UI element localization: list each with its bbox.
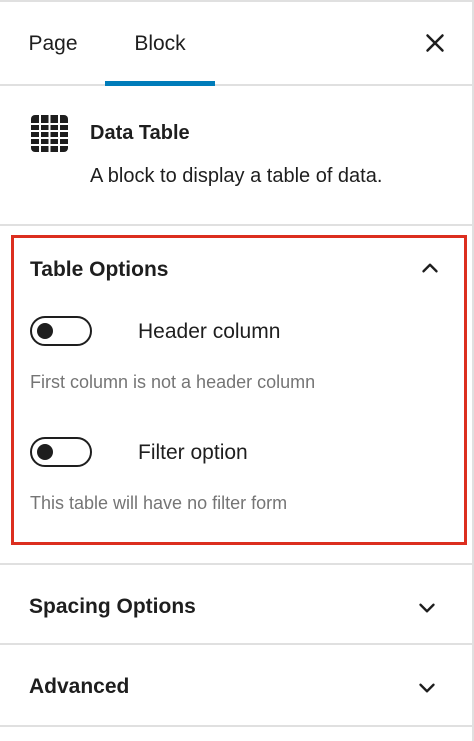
spacing-options-section[interactable]: Spacing Options: [0, 563, 472, 645]
toggle-knob: [37, 444, 53, 460]
block-settings-sidebar: Page Block Data Table A block to display…: [0, 0, 474, 741]
filter-option-label: Filter option: [138, 441, 248, 464]
block-card: Data Table A block to display a table of…: [0, 86, 472, 226]
header-column-help: First column is not a header column: [30, 372, 316, 392]
filter-option-toggle[interactable]: [30, 437, 92, 467]
advanced-title: Advanced: [29, 675, 130, 698]
tab-page-label: Page: [28, 32, 78, 55]
chevron-up-icon[interactable]: [417, 255, 443, 281]
header-column-label: Header column: [138, 320, 281, 343]
block-title: Data Table: [90, 122, 190, 144]
close-icon: [426, 34, 444, 52]
table-options-title[interactable]: Table Options: [30, 258, 168, 282]
table-icon: [31, 115, 68, 152]
filter-option-help: This table will have no filter form: [30, 493, 288, 513]
tab-block[interactable]: Block: [105, 2, 215, 86]
sidebar-tabs: Page Block: [0, 0, 472, 86]
toggle-knob: [37, 323, 53, 339]
chevron-down-icon[interactable]: [414, 675, 440, 701]
header-column-toggle[interactable]: [30, 316, 92, 346]
spacing-options-title: Spacing Options: [29, 595, 196, 618]
tab-block-label: Block: [134, 32, 186, 55]
chevron-down-icon[interactable]: [414, 595, 440, 621]
tab-page[interactable]: Page: [8, 2, 98, 86]
advanced-section[interactable]: Advanced: [0, 645, 472, 727]
close-button[interactable]: [420, 28, 450, 58]
table-options-panel: Table Options Header column First column…: [11, 235, 467, 545]
block-description: A block to display a table of data.: [90, 165, 383, 187]
